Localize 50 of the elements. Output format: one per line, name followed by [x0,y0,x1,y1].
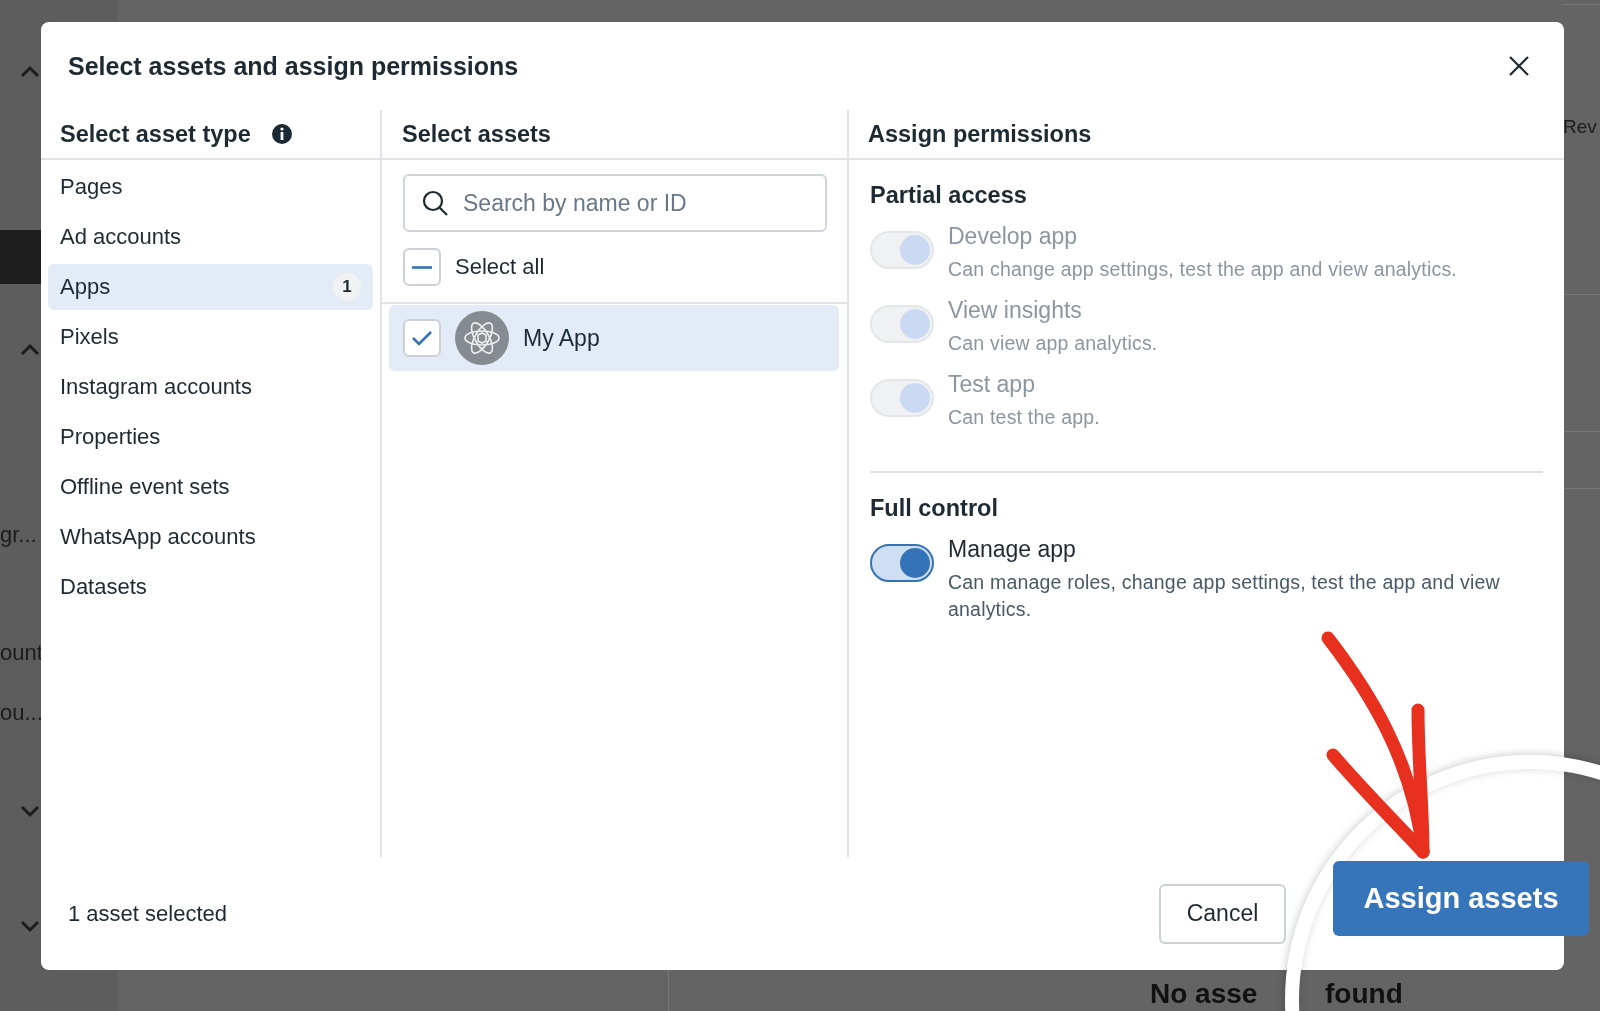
background-text: Rev [1563,116,1597,138]
section-heading: Partial access [870,182,1028,209]
assign-button[interactable]: Assign assets [1333,861,1589,936]
search-field[interactable]: Search by name or ID [403,174,827,232]
info-icon [270,123,293,145]
asset-name: My App [523,324,600,352]
permission-description: Can manage roles, change app settings, test the app and view analytics. [948,570,1501,622]
cancel-button[interactable]: Cancel [1159,883,1286,944]
permission-name: Develop app [948,223,1079,250]
chevron-icon [20,920,40,934]
column-heading: Select assets [402,120,551,148]
toggle-switch[interactable] [870,544,934,582]
asset-type-item[interactable]: Pixels [48,314,373,360]
permission-description: Can view app analytics. [948,331,1158,356]
asset-type-item[interactable]: Pages [48,164,373,210]
checkbox[interactable] [403,319,441,357]
chevron-icon [20,805,40,819]
asset-type-item[interactable]: Apps 1 [48,264,373,310]
asset-type-item[interactable]: Properties [48,414,373,460]
chevron-icon [20,64,40,78]
section-heading: Full control [870,495,999,522]
empty-state-message: No asse [1150,978,1258,1010]
minus-icon [412,265,432,269]
atom-icon [455,311,509,365]
permission-name: Test app [948,371,1036,398]
search-icon [421,189,449,217]
asset-row[interactable]: My App [389,305,839,371]
permission-description: Can test the app. [948,405,1100,430]
checkbox[interactable] [403,248,441,286]
asset-type-item[interactable]: Datasets [48,564,373,610]
permission-name: View insights [948,297,1083,324]
permission-name: Manage app [948,536,1077,563]
background-text: gr... [0,522,37,548]
asset-type-item[interactable]: Offline event sets [48,464,373,510]
close-button[interactable] [1508,55,1530,77]
selection-summary: 1 asset selected [68,900,227,927]
asset-type-item[interactable]: Ad accounts [48,214,373,260]
asset-type-item[interactable]: WhatsApp accounts [48,514,373,560]
column-heading: Select asset type [60,120,251,148]
background-panel [0,230,41,284]
dialog-title: Select assets and assign permissions [68,51,519,81]
checkbox-label: Select all [455,254,545,280]
asset-type-item[interactable]: Instagram accounts [48,364,373,410]
permission-description: Can change app settings, test the app and view analytics. [948,257,1457,282]
background-text: ount [0,640,43,666]
column-heading: Assign permissions [868,120,1092,148]
empty-state-message: found [1325,978,1403,1010]
chevron-icon [20,342,40,356]
count-badge: 1 [333,273,361,301]
background-text: ou... [0,700,43,726]
